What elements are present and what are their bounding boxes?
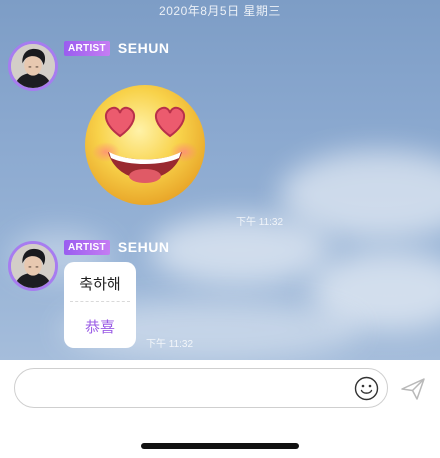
home-indicator[interactable] [141, 443, 299, 449]
translation-divider [70, 301, 130, 302]
sender-name: SEHUN [117, 40, 170, 56]
message-time: 下午 11:32 [236, 217, 284, 228]
chat-background: 2020年8月5日 星期三 ARTIST SEHUN 下午 11:32 ARTI… [0, 0, 440, 360]
message-bubble[interactable]: 축하해 恭喜 [64, 262, 136, 348]
message-time: 下午 11:32 [146, 339, 194, 350]
artist-badge: ARTIST [64, 40, 110, 56]
message-input[interactable] [14, 368, 388, 408]
heart-eyes-emoji-sticker[interactable] [82, 82, 208, 208]
sender-row: ARTIST SEHUN [64, 238, 169, 256]
message-text: 축하해 [79, 276, 121, 293]
sender-row: ARTIST SEHUN [64, 39, 169, 57]
sender-name: SEHUN [117, 239, 170, 255]
avatar[interactable] [8, 241, 58, 291]
avatar[interactable] [8, 41, 58, 91]
translation-text: 恭喜 [84, 319, 115, 336]
artist-badge: ARTIST [64, 239, 110, 255]
smiley-icon[interactable] [354, 376, 379, 401]
send-icon[interactable] [400, 376, 426, 402]
date-separator: 2020年8月5日 星期三 [159, 4, 281, 18]
